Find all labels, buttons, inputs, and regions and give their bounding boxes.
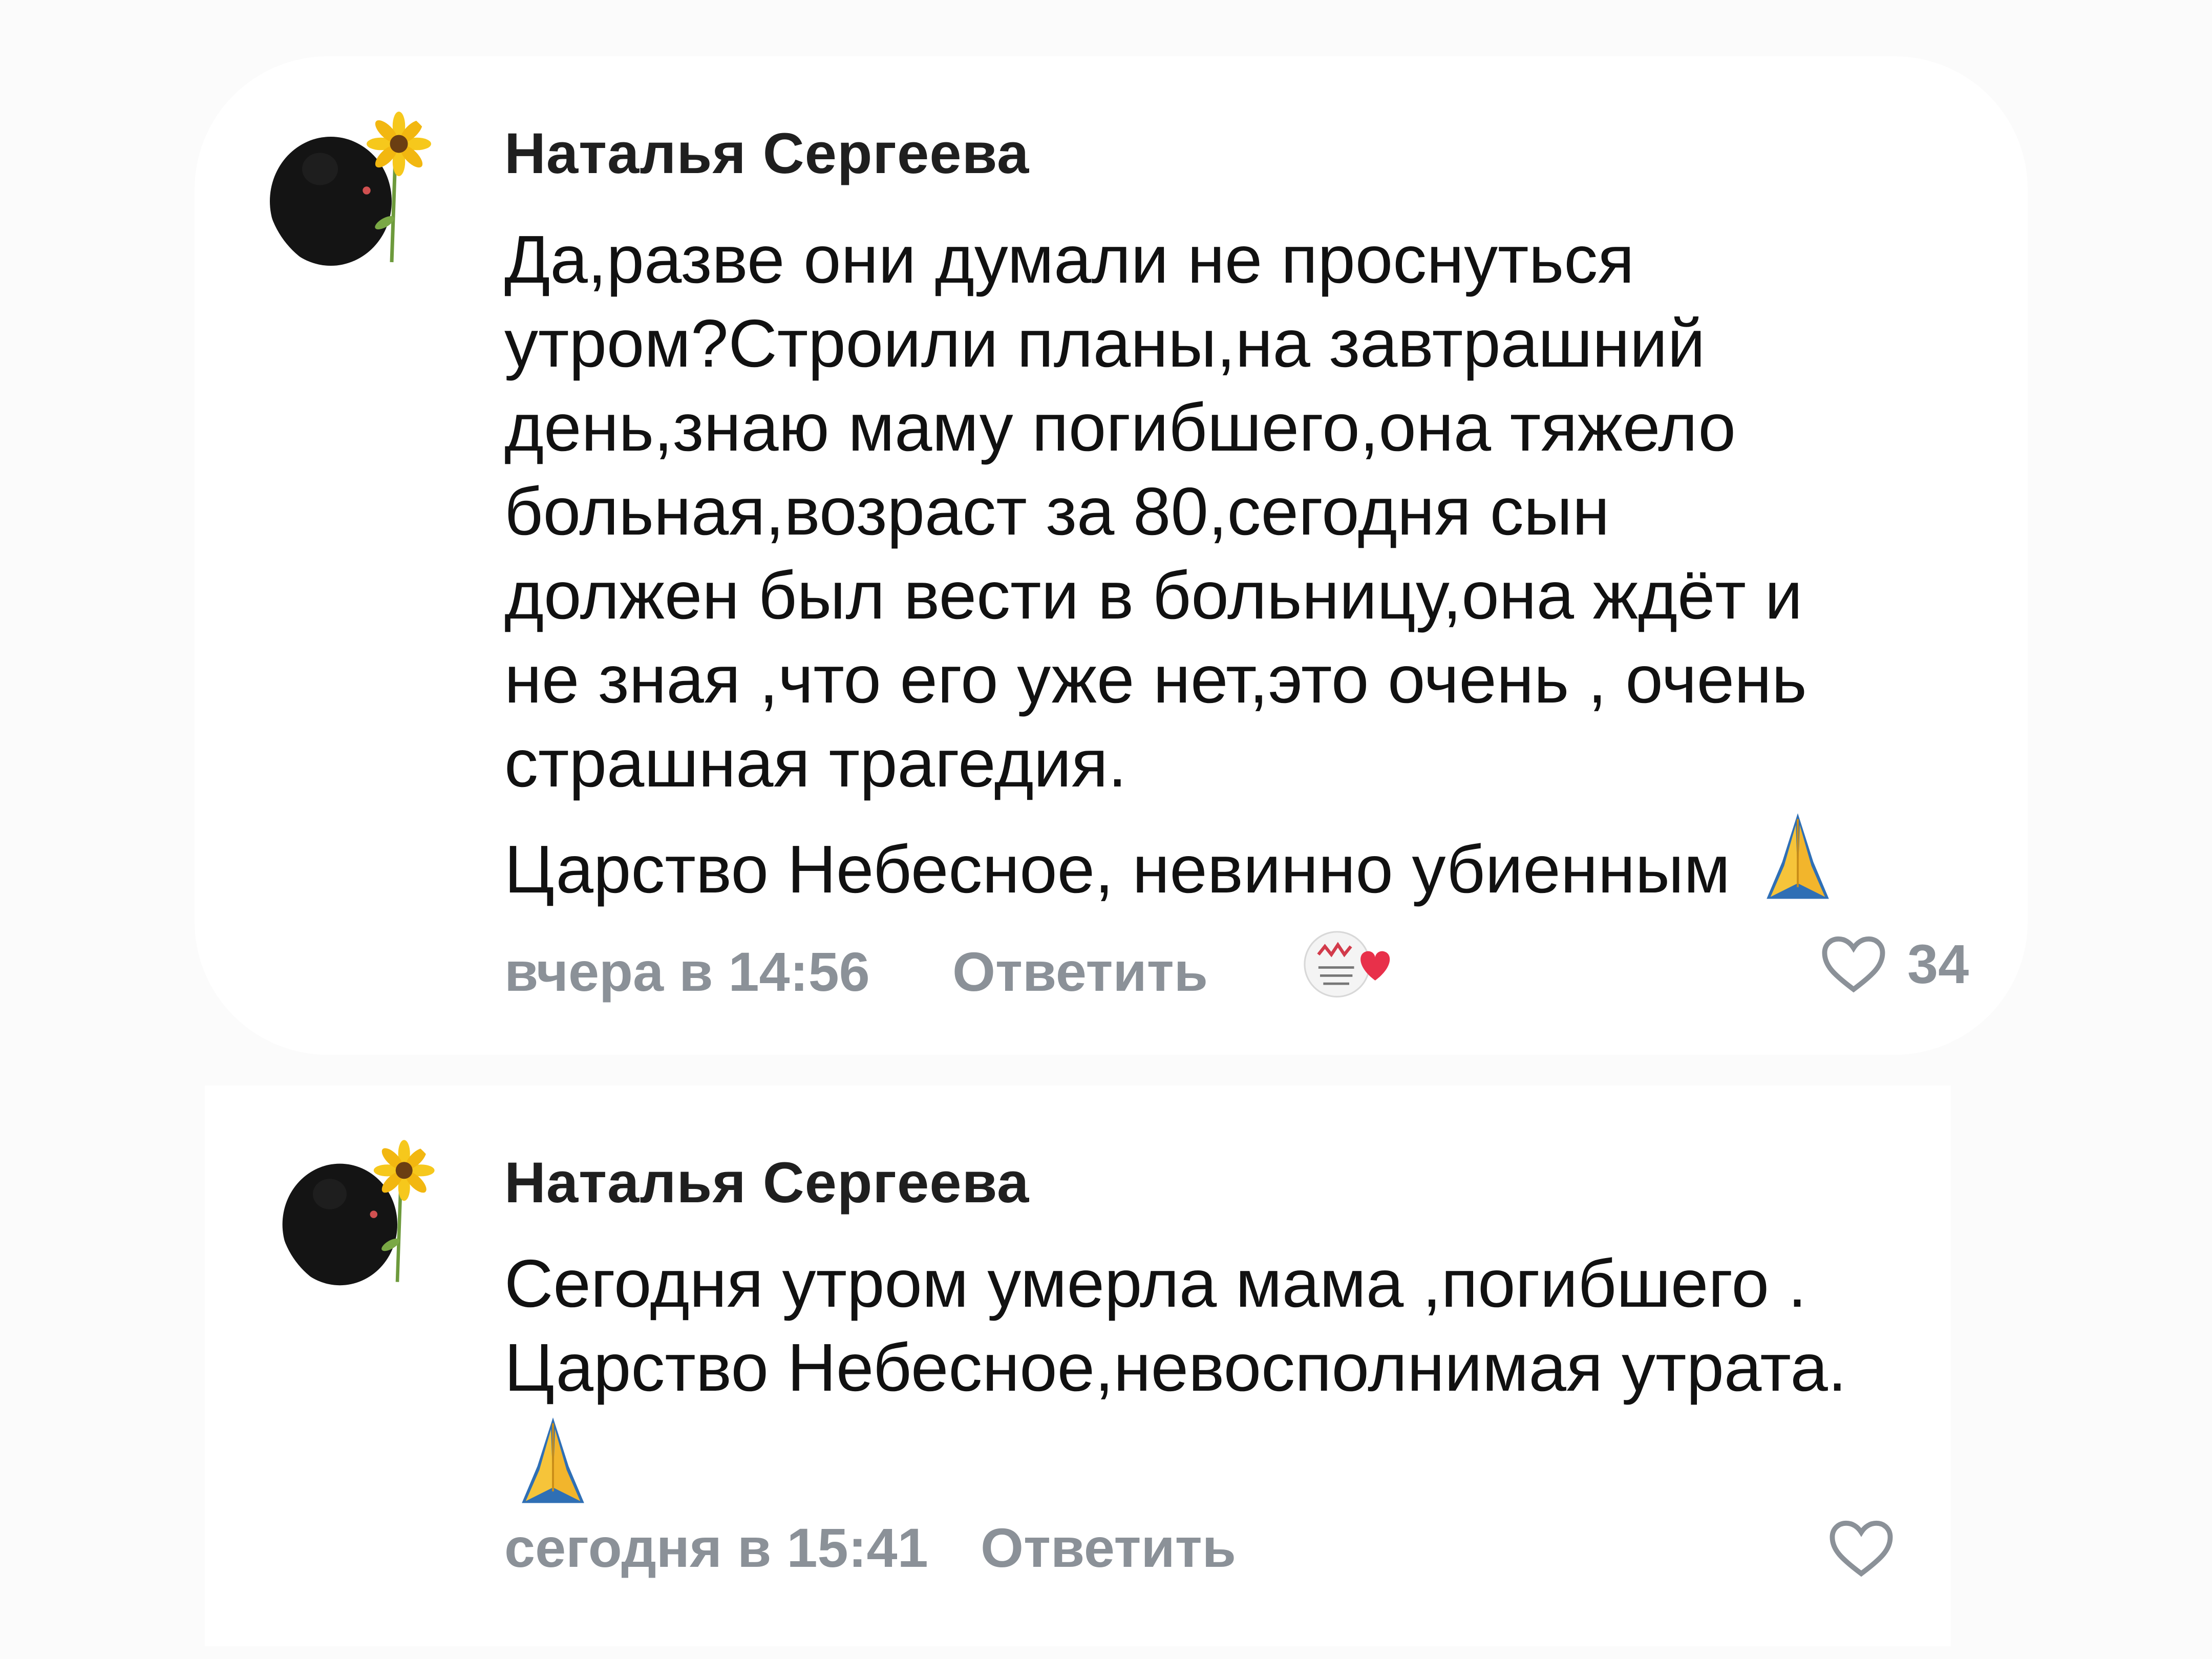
comment-text-line: не зная ,что его уже нет,это очень , оче… xyxy=(504,642,1807,717)
user-avatar[interactable] xyxy=(266,97,445,276)
heart-outline-icon xyxy=(1822,936,1885,992)
comment-text-line: больная,возраст за 80,сегодня сын xyxy=(504,474,1610,549)
author-heart-reaction-badge[interactable] xyxy=(1301,922,1398,1004)
comment-emoji-line xyxy=(504,1410,1847,1526)
comment-text-line-with-emoji: Царство Небесное, невинно убиенным xyxy=(504,805,1846,911)
comment-text: Сегодня утром умерла мама ,погибшего . Ц… xyxy=(504,1242,1847,1526)
comment-author[interactable]: Наталья Сергеева xyxy=(504,1150,1029,1216)
like-button[interactable] xyxy=(1828,1518,1895,1579)
reply-button[interactable]: Ответить xyxy=(952,940,1208,1004)
comment-text-line: день,знаю маму погибшего,она тяжело xyxy=(504,390,1736,465)
like-button[interactable]: 34 xyxy=(1820,932,1969,996)
comment-author[interactable]: Наталья Сергеева xyxy=(504,120,1029,186)
heart-badge-icon xyxy=(1304,931,1390,998)
comments-page: Наталья Сергеева Да,разве они думали не … xyxy=(0,0,2212,1659)
user-avatar[interactable] xyxy=(279,1126,448,1295)
avatar-cat-sunflower-icon xyxy=(266,97,445,276)
comment-text-line: страшная трагедия. xyxy=(504,726,1127,801)
comment-text-line: Царство Небесное, невинно убиенным xyxy=(504,832,1731,907)
heart-outline-icon xyxy=(1830,1520,1893,1577)
avatar-cat-sunflower-icon xyxy=(279,1126,448,1295)
like-count: 34 xyxy=(1907,933,1969,995)
comment-text-line: Сегодня утром умерла мама ,погибшего . xyxy=(504,1246,1807,1321)
comment-text: Да,разве они думали не проснуться утром?… xyxy=(504,218,1846,911)
comment-text-line: должен был вести в больницу,она ждёт и xyxy=(504,558,1803,633)
folded-hands-icon xyxy=(504,1410,602,1507)
reply-button[interactable]: Ответить xyxy=(981,1516,1236,1580)
comment-timestamp: сегодня в 15:41 xyxy=(504,1517,928,1579)
comment-text-line: Да,разве они думали не проснуться xyxy=(504,222,1634,297)
comment-text-line: утром?Строили планы,на завтрашний xyxy=(504,306,1706,381)
comment-text-line: Царство Небесное,невосполнимая утрата. xyxy=(504,1330,1847,1405)
folded-hands-icon xyxy=(1749,805,1846,903)
comment-timestamp: вчера в 14:56 xyxy=(504,941,870,1003)
